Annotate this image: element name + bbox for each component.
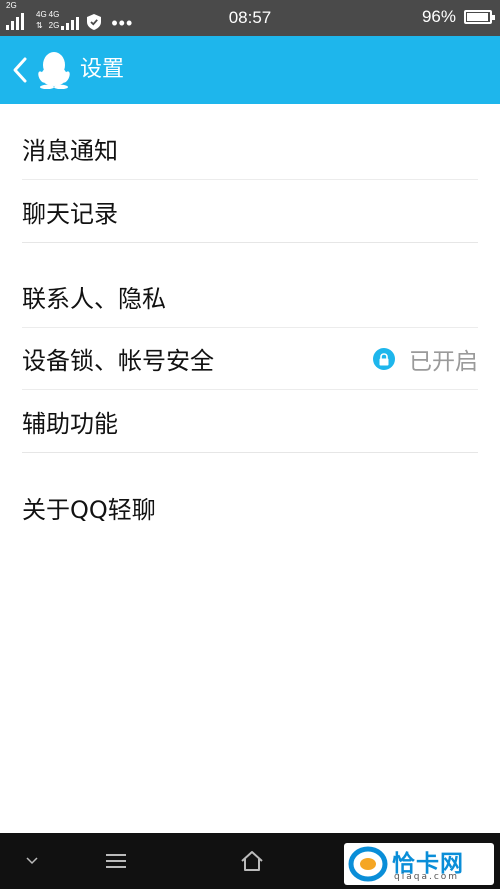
menu-item-about[interactable]: 关于QQ轻聊 [22, 476, 478, 538]
menu-item-accessibility[interactable]: 辅助功能 [22, 390, 478, 452]
menu-item-device-lock-security[interactable]: 设备锁、帐号安全 已开启 [22, 328, 478, 390]
menu-item-chat-history[interactable]: 聊天记录 [22, 180, 478, 242]
device-lock-status-text: 已开启 [409, 349, 478, 375]
menu-button[interactable] [100, 833, 132, 889]
chevron-left-icon [13, 57, 27, 83]
menu-item-label: 关于QQ轻聊 [22, 495, 156, 524]
section-divider [22, 452, 478, 476]
status-icons-right: 96% [421, 7, 495, 27]
home-button[interactable] [234, 833, 270, 889]
menu-item-contacts-privacy[interactable]: 联系人、隐私 [22, 266, 478, 328]
status-bar: 2G 4G ⇅ 4G 2G ••• 08:57 96% [0, 0, 500, 36]
title-bar: 设置 [0, 36, 500, 104]
menu-item-label: 消息通知 [22, 137, 118, 165]
section-divider [22, 242, 478, 266]
menu-item-label: 联系人、隐私 [22, 285, 166, 313]
menu-item-label: 辅助功能 [22, 409, 118, 438]
home-icon [241, 851, 263, 871]
collapse-button[interactable] [18, 833, 46, 889]
battery-level [467, 13, 489, 21]
menu-item-label: 设备锁、帐号安全 [22, 347, 214, 375]
menu-item-label: 聊天记录 [22, 199, 118, 228]
watermark-url: qiaqa.com [394, 872, 460, 882]
qq-penguin-icon [38, 52, 70, 89]
battery-percent: 96% [421, 7, 456, 26]
lock-icon [373, 348, 395, 370]
watermark-ring-icon [348, 846, 388, 882]
battery-icon [464, 10, 495, 24]
page-title: 设置 [80, 57, 125, 82]
watermark-logo: 恰卡网 qiaqa.com [344, 843, 494, 885]
device-lock-status: 已开启 [373, 328, 478, 390]
back-button[interactable] [6, 54, 34, 86]
chevron-down-icon [26, 857, 38, 865]
hamburger-menu-icon [106, 854, 126, 868]
settings-menu: 消息通知 聊天记录 联系人、隐私 设备锁、帐号安全 已开启 辅助功能 关于QQ轻… [0, 118, 500, 538]
menu-item-notifications[interactable]: 消息通知 [22, 118, 478, 180]
